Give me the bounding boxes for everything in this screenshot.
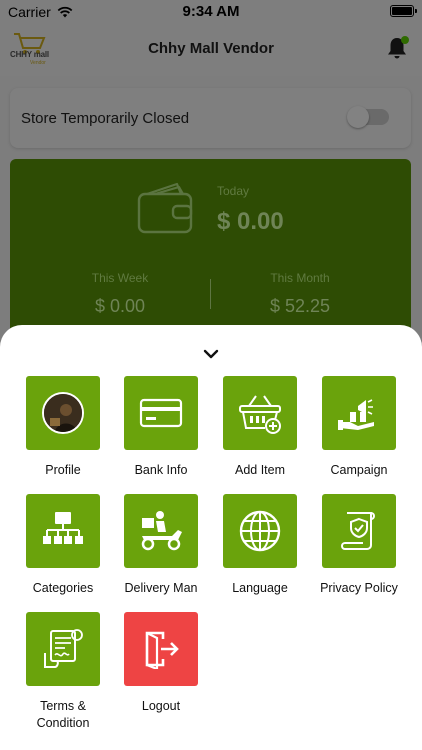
logout-tile[interactable] <box>124 612 198 686</box>
menu-item-language[interactable]: Language <box>210 494 310 597</box>
terms-condition-tile[interactable] <box>26 612 100 686</box>
menu-item-label: Add Item <box>234 463 286 477</box>
delivery-man-tile[interactable] <box>124 494 198 568</box>
status-bar: Carrier 9:34 AM <box>0 0 422 24</box>
logout-icon <box>145 631 179 669</box>
app-title: Chhy Mall Vendor <box>148 40 274 57</box>
hierarchy-icon <box>43 512 83 544</box>
categories-tile[interactable] <box>26 494 100 568</box>
menu-item-label: Language <box>232 581 288 595</box>
today-label: Today <box>217 184 250 198</box>
avatar <box>42 392 84 434</box>
earnings-card: Today $ 0.00 This Week $ 0.00 This Month… <box>10 159 411 349</box>
this-month-value: $ 52.25 <box>269 296 331 316</box>
wallet-icon <box>137 182 193 234</box>
app-bar: CHHY mall Vendor Chhy Mall Vendor <box>0 24 422 76</box>
earnings-divider <box>210 279 211 309</box>
store-closed-toggle[interactable] <box>347 106 389 128</box>
language-tile[interactable] <box>223 494 297 568</box>
menu-item-label: Campaign <box>330 463 388 477</box>
clock: 9:34 AM <box>182 3 240 20</box>
menu-item-label: Logout <box>141 699 181 713</box>
menu-item-label: Categories <box>32 581 94 595</box>
menu-item-privacy-policy[interactable]: Privacy Policy <box>309 494 409 597</box>
menu-item-label: Profile <box>45 463 81 477</box>
menu-item-logout[interactable]: Logout <box>111 612 211 715</box>
menu-item-categories[interactable]: Categories <box>13 494 113 597</box>
today-value: $ 0.00 <box>217 208 284 235</box>
privacy-policy-tile[interactable] <box>322 494 396 568</box>
battery-icon <box>390 5 417 17</box>
this-month-label: This Month <box>270 271 330 285</box>
notification-dot <box>401 36 409 44</box>
logo-subtext: Vendor <box>30 60 46 66</box>
shield-document-icon <box>341 512 375 550</box>
store-status-card: Store Temporarily Closed <box>10 88 411 148</box>
campaign-tile[interactable] <box>322 376 396 450</box>
delivery-scooter-icon <box>141 511 182 551</box>
credit-card-icon <box>139 398 183 428</box>
menu-bottom-sheet: Profile Bank Info Add Item Campaign Cate… <box>0 325 422 750</box>
contract-signature-icon <box>44 629 83 668</box>
bank-info-tile[interactable] <box>124 376 198 450</box>
menu-item-label: Bank Info <box>134 463 188 477</box>
basket-add-icon <box>239 395 281 434</box>
menu-item-profile[interactable]: Profile <box>13 376 113 479</box>
menu-item-bank-info[interactable]: Bank Info <box>111 376 211 479</box>
menu-item-add-item[interactable]: Add Item <box>210 376 310 479</box>
profile-tile[interactable] <box>26 376 100 450</box>
menu-item-label: Terms & Condition <box>36 699 90 730</box>
add-item-tile[interactable] <box>223 376 297 450</box>
menu-item-label: Privacy Policy <box>320 581 398 595</box>
menu-item-label: Delivery Man <box>124 581 198 595</box>
menu-item-delivery-man[interactable]: Delivery Man <box>111 494 211 597</box>
campaign-gift-icon <box>338 399 374 430</box>
menu-item-terms-condition[interactable]: Terms & Condition <box>13 612 113 732</box>
toggle-knob <box>347 106 369 128</box>
this-week-label: This Week <box>91 271 149 285</box>
store-closed-label: Store Temporarily Closed <box>21 110 190 127</box>
menu-item-campaign[interactable]: Campaign <box>309 376 409 479</box>
chevron-down-icon[interactable] <box>203 349 219 359</box>
this-week-value: $ 0.00 <box>94 296 146 316</box>
globe-icon <box>239 510 281 552</box>
